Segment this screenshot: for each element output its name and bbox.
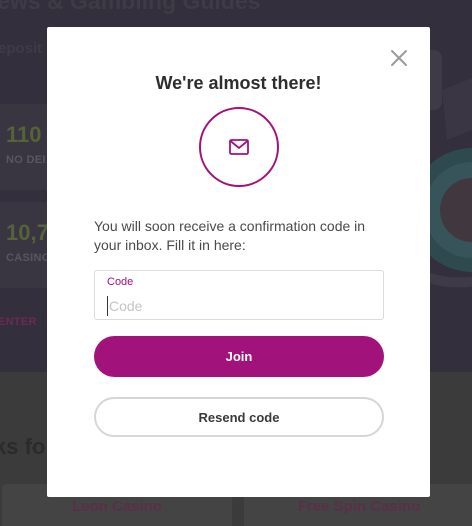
mail-badge <box>199 107 279 187</box>
code-field[interactable]: Code <box>94 270 384 320</box>
modal-title: We're almost there! <box>155 73 322 93</box>
modal-description: You will soon receive a confirmation cod… <box>94 218 366 253</box>
stat-label: CASINO <box>6 252 51 264</box>
stat-number: 10,7 <box>6 220 49 245</box>
hero-title: views & Gambling Guides <box>0 0 261 14</box>
section-heading: ks fo <box>0 434 46 459</box>
stat-label: NO DEI <box>6 154 46 166</box>
code-input[interactable] <box>107 296 367 316</box>
join-button[interactable]: Join <box>94 336 384 377</box>
mail-icon <box>229 139 249 155</box>
confirmation-modal: We're almost there! You will soon receiv… <box>47 27 430 497</box>
stat-number: 110 <box>6 122 42 147</box>
center-link[interactable]: ENTER <box>0 316 37 328</box>
close-icon <box>391 50 407 66</box>
resend-code-button[interactable]: Resend code <box>94 397 384 437</box>
close-button[interactable] <box>390 49 408 67</box>
code-label: Code <box>107 276 134 288</box>
